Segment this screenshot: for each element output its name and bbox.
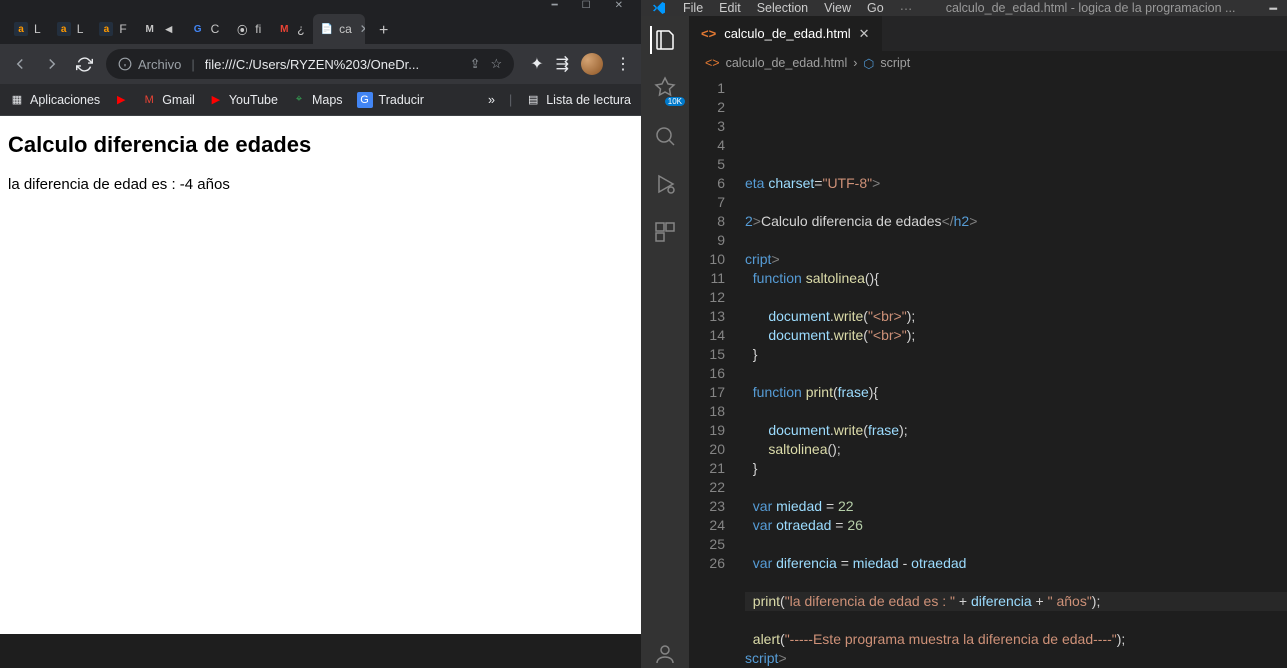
page-heading: Calculo diferencia de edades [8, 132, 633, 158]
new-tab-button[interactable]: + [371, 18, 397, 44]
favicon-icon: a [99, 22, 113, 36]
bookmark-star-icon[interactable]: ☆ [491, 56, 503, 72]
bookmark-traducir[interactable]: GTraducir [357, 92, 424, 108]
reading-list-icon[interactable]: ⇶ [556, 54, 569, 74]
search-icon[interactable]: 10K [651, 74, 679, 102]
bookmark-apps[interactable]: ▦Aplicaciones [10, 93, 100, 107]
vscode-minimize-icon[interactable]: ━ [1269, 1, 1277, 16]
forward-button[interactable] [42, 54, 62, 74]
menu-file[interactable]: File [683, 1, 703, 16]
gmail-icon: M [142, 93, 156, 107]
bookmark-maps[interactable]: ⌖Maps [292, 93, 343, 107]
page-body-text: la diferencia de edad es : -4 años [8, 176, 633, 193]
bookmarks-overflow[interactable]: » [488, 93, 495, 107]
editor-area: <> calculo_de_edad.html ✕ <> calculo_de_… [689, 16, 1287, 668]
run-icon[interactable] [651, 170, 679, 198]
find-icon[interactable] [651, 122, 679, 150]
browser-tab-active[interactable]: 📄ca✕ [313, 14, 365, 44]
html-file-icon: <> [705, 56, 720, 70]
favicon-icon: G [191, 22, 205, 36]
breadcrumbs[interactable]: <> calculo_de_edad.html › ⬡ script [689, 51, 1287, 75]
url-text: file:///C:/Users/RYZEN%203/OneDr... [205, 57, 460, 72]
reading-list-button[interactable]: ▤Lista de lectura [526, 93, 631, 107]
favicon-icon: 📄 [321, 22, 333, 36]
favicon-icon: a [14, 22, 28, 36]
bookmark-gmail[interactable]: MGmail [142, 93, 195, 107]
favicon-icon: M [277, 22, 291, 36]
vscode-logo-icon [651, 0, 667, 16]
tab-close-icon[interactable]: ✕ [360, 22, 365, 36]
code-lines: eta charset="UTF-8"> 2>Calculo diferenci… [737, 75, 1287, 668]
rendered-page: Calculo diferencia de edades la diferenc… [0, 116, 641, 634]
reload-button[interactable] [74, 54, 94, 74]
menu-overflow-icon[interactable]: ⋯ [900, 1, 913, 16]
extensions-icon[interactable]: ✦ [530, 54, 543, 74]
menu-view[interactable]: View [824, 1, 851, 16]
close-icon[interactable]: ✕ [615, 0, 623, 11]
favicon-icon: M [143, 22, 157, 36]
editor-tabbar: <> calculo_de_edad.html ✕ [689, 16, 1287, 51]
menu-selection[interactable]: Selection [757, 1, 808, 16]
browser-tab[interactable]: M¿ [269, 14, 312, 44]
chrome-menu-icon[interactable]: ⋮ [615, 54, 631, 74]
extensions-area: ✦ ⇶ ⋮ [530, 53, 631, 75]
browser-tab[interactable]: aL [6, 14, 49, 44]
editor-tab[interactable]: <> calculo_de_edad.html ✕ [689, 16, 883, 51]
vscode-window: File Edit Selection View Go ⋯ calculo_de… [641, 0, 1287, 634]
bookmarks-bar: ▦Aplicaciones ▶ MGmail ▶YouTube ⌖Maps GT… [0, 84, 641, 116]
favicon-icon: a [57, 22, 71, 36]
minimize-icon[interactable]: ━ [552, 0, 558, 11]
browser-tab[interactable]: M◄ [135, 14, 183, 44]
account-icon[interactable] [651, 640, 679, 668]
info-icon [118, 57, 132, 71]
badge: 10K [665, 97, 685, 106]
bookmark-youtube-icon[interactable]: ▶ [114, 93, 128, 107]
extensions-bar-icon[interactable] [651, 218, 679, 246]
nav-toolbar: Archivo | file:///C:/Users/RYZEN%203/One… [0, 44, 641, 84]
chrome-titlebar-area: ━ ☐ ✕ aL aL aF M◄ GC ⦿fi M¿ 📄ca✕ + [0, 0, 641, 44]
browser-tab[interactable]: aL [49, 14, 92, 44]
bookmark-youtube[interactable]: ▶YouTube [209, 93, 278, 107]
browser-tab[interactable]: aF [91, 14, 134, 44]
tab-close-icon[interactable]: ✕ [859, 26, 870, 42]
menu-go[interactable]: Go [867, 1, 884, 16]
vscode-menu: File Edit Selection View Go ⋯ [683, 1, 912, 16]
favicon-icon: ⦿ [235, 22, 249, 36]
profile-avatar[interactable] [581, 53, 603, 75]
vscode-titlebar: File Edit Selection View Go ⋯ calculo_de… [641, 0, 1287, 16]
list-icon: ▤ [526, 93, 540, 107]
apps-icon: ▦ [10, 93, 24, 107]
title-filename: calculo_de_edad.html - logica de la prog… [946, 1, 1236, 15]
window-controls: ━ ☐ ✕ [0, 0, 641, 10]
code-editor[interactable]: 1234567891011121314151617181920212223242… [689, 75, 1287, 668]
browser-tab[interactable]: GC [183, 14, 228, 44]
share-icon[interactable]: ⇪ [470, 56, 481, 72]
translate-icon: G [357, 92, 373, 108]
maps-icon: ⌖ [292, 93, 306, 107]
chrome-window: ━ ☐ ✕ aL aL aF M◄ GC ⦿fi M¿ 📄ca✕ + Archi… [0, 0, 641, 634]
maximize-icon[interactable]: ☐ [582, 0, 591, 11]
explorer-icon[interactable] [650, 26, 678, 54]
youtube-icon: ▶ [209, 93, 223, 107]
tab-strip: aL aL aF M◄ GC ⦿fi M¿ 📄ca✕ + [0, 10, 641, 44]
menu-edit[interactable]: Edit [719, 1, 741, 16]
html-file-icon: <> [701, 26, 716, 41]
url-scheme-chip: Archivo [118, 57, 181, 72]
omnibox[interactable]: Archivo | file:///C:/Users/RYZEN%203/One… [106, 49, 514, 79]
youtube-icon: ▶ [114, 93, 128, 107]
symbol-icon: ⬡ [863, 56, 874, 71]
browser-tab[interactable]: ⦿fi [227, 14, 269, 44]
back-button[interactable] [10, 54, 30, 74]
activity-bar: 10K [641, 16, 689, 668]
line-gutter: 1234567891011121314151617181920212223242… [689, 75, 737, 668]
